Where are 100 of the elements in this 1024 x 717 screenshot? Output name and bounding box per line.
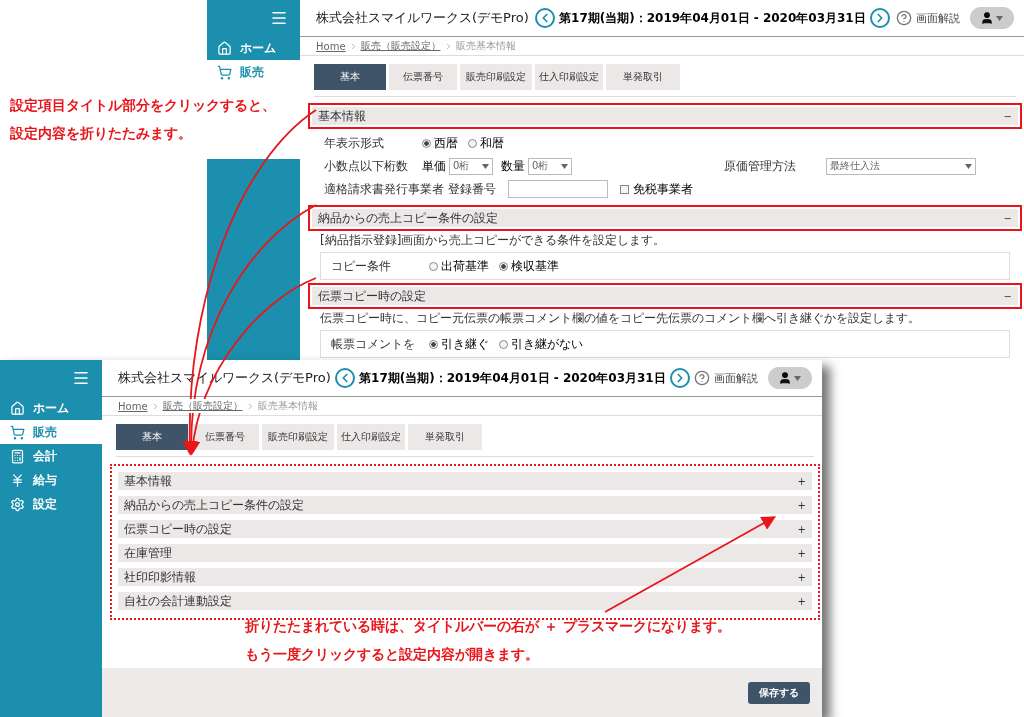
radio-button[interactable] <box>468 138 477 148</box>
breadcrumb-link[interactable]: 販売（販売設定） <box>162 399 243 413</box>
toggle-sign: + <box>797 571 806 583</box>
section-description: 伝票コピー時に、コピー元伝票の帳票コメント欄の値をコピー先伝票のコメント欄へ引き継ぐかを設定します。 <box>319 310 921 327</box>
dropdown[interactable]: 0桁 <box>449 157 493 175</box>
home-icon <box>10 400 25 416</box>
tab[interactable]: 販売印刷設定 <box>262 424 334 450</box>
dropdown[interactable]: 最終仕入法 <box>826 157 976 175</box>
company-name: 株式会社スマイルワークス(デモPro) <box>316 9 529 27</box>
field-label: 単価 <box>422 157 446 175</box>
caret-icon <box>561 163 568 169</box>
annotation-text: 設定内容を折りたたみます。 <box>10 125 193 143</box>
toggle-sign: + <box>797 595 806 607</box>
calculator-icon <box>10 448 25 464</box>
section-title-bar[interactable]: 基本情報 + <box>118 472 812 490</box>
breadcrumb-link[interactable]: Home <box>316 40 346 52</box>
section-title: 納品からの売上コピー条件の設定 <box>124 496 304 514</box>
section-title: 社印印影情報 <box>124 568 196 586</box>
help-button[interactable]: 画面解説 <box>896 10 960 26</box>
dropdown[interactable]: 0桁 <box>528 157 572 175</box>
tab[interactable]: 単発取引 <box>408 424 482 450</box>
section-description: [納品指示登録]画面から売上コピーができる条件を設定します。 <box>319 232 667 249</box>
field-label: 原価管理方法 <box>724 157 796 175</box>
cart-icon <box>10 424 25 440</box>
user-icon <box>980 11 995 25</box>
breadcrumb-current: 販売基本情報 <box>455 39 516 53</box>
toggle-sign: + <box>797 499 806 511</box>
next-button[interactable] <box>869 8 890 28</box>
toggle-sign: + <box>797 523 806 535</box>
caret-icon <box>996 15 1004 21</box>
breadcrumb-current: 販売基本情報 <box>257 399 318 413</box>
section-title: 納品からの売上コピー条件の設定 <box>318 209 498 227</box>
field-label: 帳票コメントを <box>331 335 416 353</box>
tab[interactable]: 単発取引 <box>606 64 680 90</box>
section-title: 基本情報 <box>124 472 172 490</box>
section-title: 在庫管理 <box>124 544 172 562</box>
period-text: 第17期(当期)：2019年04月01日 - 2020年03月31日 <box>359 369 666 387</box>
field-label: 年表示形式 <box>324 134 385 152</box>
radio-button[interactable] <box>429 261 438 271</box>
annotation-text: 折りたたまれている時は、タイトルバーの右が ＋ プラスマークになります。 <box>245 618 731 636</box>
radio-label: 出荷基準 <box>441 257 489 275</box>
toggle-sign: + <box>797 475 806 487</box>
field-label: 数量 <box>501 157 525 175</box>
annotation-text: 設定項目タイトル部分をクリックすると、 <box>10 97 276 115</box>
section-title-bar[interactable]: 納品からの売上コピー条件の設定 − <box>312 209 1018 227</box>
section-title-bar[interactable]: 社印印影情報 + <box>118 568 812 586</box>
field-label: 適格請求書発行事業者 登録番号 <box>324 180 496 198</box>
section-title-bar[interactable]: 伝票コピー時の設定 + <box>118 520 812 538</box>
checkbox[interactable] <box>619 184 629 194</box>
section-title: 伝票コピー時の設定 <box>124 520 232 538</box>
section-title: 伝票コピー時の設定 <box>318 287 426 305</box>
radio-button[interactable] <box>499 339 508 349</box>
toggle-sign: + <box>797 547 806 559</box>
sidebar-item[interactable]: 販売 <box>0 420 102 444</box>
section-title-bar[interactable]: 基本情報 − <box>312 107 1018 125</box>
section-title-bar[interactable]: 自社の会計連動設定 + <box>118 592 812 610</box>
help-icon <box>896 10 912 26</box>
radio-label: 引き継がない <box>511 335 583 353</box>
field-label: コピー条件 <box>331 257 392 275</box>
section-title: 基本情報 <box>318 107 366 125</box>
radio-label: 和暦 <box>480 134 504 152</box>
radio-button[interactable] <box>422 138 431 148</box>
save-button[interactable]: 保存する <box>748 681 810 704</box>
section-title-bar[interactable]: 納品からの売上コピー条件の設定 + <box>118 496 812 514</box>
yen-icon <box>10 472 25 488</box>
previous-button[interactable] <box>535 8 556 28</box>
breadcrumb-link[interactable]: Home <box>118 400 148 412</box>
input-field[interactable] <box>507 180 608 198</box>
gear-icon <box>10 496 25 512</box>
next-button[interactable] <box>669 368 690 388</box>
previous-button[interactable] <box>335 368 356 388</box>
tab[interactable]: 伝票番号 <box>191 424 259 450</box>
radio-button[interactable] <box>499 261 508 271</box>
radio-button[interactable] <box>429 339 438 349</box>
user-icon <box>778 371 793 385</box>
caret-icon <box>794 375 802 381</box>
radio-label: 引き継ぐ <box>441 335 489 353</box>
tab[interactable]: 基本 <box>314 64 386 90</box>
breadcrumb-link[interactable]: 販売（販売設定） <box>360 39 441 53</box>
toggle-sign: − <box>1003 290 1012 302</box>
caret-icon <box>965 163 972 169</box>
user-menu-button[interactable] <box>970 7 1014 29</box>
help-button[interactable]: 画面解説 <box>694 370 758 386</box>
tab[interactable]: 販売印刷設定 <box>460 64 532 90</box>
section-title: 自社の会計連動設定 <box>124 592 232 610</box>
period-text: 第17期(当期)：2019年04月01日 - 2020年03月31日 <box>559 9 866 27</box>
section-title-bar[interactable]: 在庫管理 + <box>118 544 812 562</box>
radio-label: 検収基準 <box>511 257 559 275</box>
tab[interactable]: 基本 <box>116 424 188 450</box>
annotation-text: もう一度クリックすると設定内容が開きます。 <box>245 646 540 664</box>
tab[interactable]: 伝票番号 <box>389 64 457 90</box>
toggle-sign: − <box>1003 212 1012 224</box>
toggle-sign: − <box>1003 110 1012 122</box>
section-title-bar[interactable]: 伝票コピー時の設定 − <box>312 287 1018 305</box>
menu-icon[interactable] <box>72 369 90 387</box>
user-menu-button[interactable] <box>768 367 812 389</box>
sidebar-item[interactable]: 販売 <box>207 60 300 84</box>
tab[interactable]: 仕入印刷設定 <box>535 64 603 90</box>
menu-icon[interactable] <box>270 9 288 27</box>
tab[interactable]: 仕入印刷設定 <box>337 424 405 450</box>
